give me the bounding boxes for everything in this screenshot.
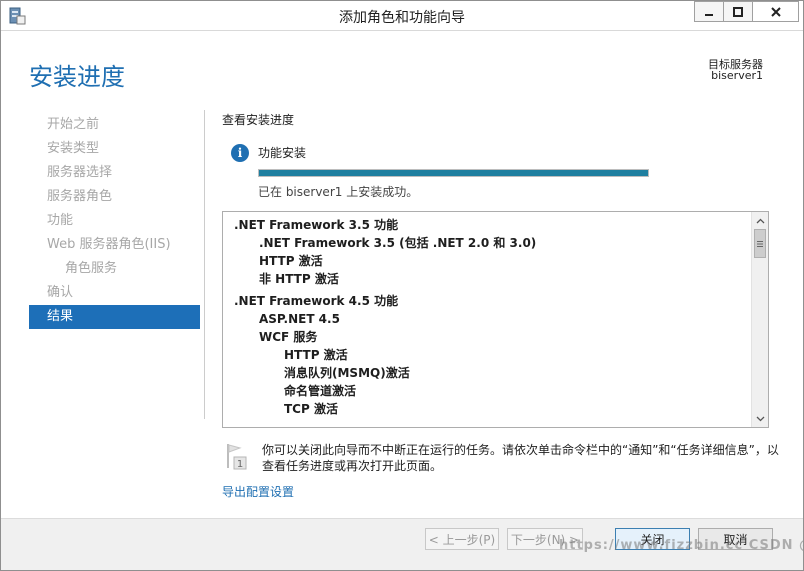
feature-item: 消息队列(MSMQ)激活 [284,366,410,380]
window-title: 添加角色和功能向导 [339,10,465,26]
feature-item: ASP.NET 4.5 [259,312,340,326]
notification-count: 1 [237,459,243,470]
nav-item-web-server-role: Web 服务器角色(IIS) [47,237,171,252]
feature-item: HTTP 激活 [259,254,323,268]
nav-item-server-roles: 服务器角色 [47,189,113,204]
target-server-name: biserver1 [711,69,763,82]
nav-item-before-you-begin: 开始之前 [47,117,100,132]
section-heading: 查看安装进度 [222,113,295,127]
minimize-icon [705,13,713,16]
grip-icon [757,240,763,247]
wizard-window: 添加角色和功能向导 安装进度 目标服务器 biserver1 开始之前 安装类型… [0,0,804,571]
nav-item-role-services: 角色服务 [65,261,118,276]
previous-button[interactable]: < 上一步(P) [425,528,499,550]
close-window-button[interactable] [752,1,799,22]
feature-item: WCF 服务 [259,330,318,344]
chevron-down-icon [756,416,764,421]
watermark: https://www.fizzbin.cc CSDN @blogwym [559,538,803,553]
chevron-up-icon [756,218,764,223]
feature-item: 非 HTTP 激活 [259,272,339,286]
nav-item-confirmation: 确认 [47,285,74,300]
title-bar[interactable]: 添加角色和功能向导 [1,1,803,31]
scroll-up-button[interactable] [752,212,768,229]
nav-item-installation-type: 安装类型 [47,141,100,156]
status-message: 已在 biserver1 上安装成功。 [258,185,419,199]
progress-fill [259,170,648,176]
notification-flag-icon: 1 [227,444,247,470]
scroll-down-button[interactable] [752,410,768,427]
status-title: 功能安装 [258,146,307,160]
info-icon: i [231,144,249,162]
nav-item-features: 功能 [47,213,74,228]
close-icon [770,6,781,17]
maximize-button[interactable] [723,1,753,22]
export-config-link[interactable]: 导出配置设置 [222,483,294,500]
wizard-nav: 开始之前 安装类型 服务器选择 服务器角色 功能 Web 服务器角色(IIS) … [29,113,200,329]
feature-item: 命名管道激活 [284,384,357,398]
info-note: 你可以关闭此向导而不中断正在运行的任务。请依次单击命令栏中的“通知”和“任务详细… [262,443,779,473]
nav-item-server-selection: 服务器选择 [47,165,113,180]
list-scrollbar[interactable] [751,212,768,427]
feature-item: TCP 激活 [284,402,338,416]
feature-item: .NET Framework 3.5 功能 [234,218,399,232]
feature-item: .NET Framework 3.5 (包括 .NET 2.0 和 3.0) [259,236,537,250]
install-progress-bar [258,169,649,177]
feature-item: HTTP 激活 [284,348,348,362]
nav-item-results[interactable]: 结果 [29,305,200,329]
feature-item: .NET Framework 4.5 功能 [234,294,399,308]
nav-divider [204,110,205,419]
installed-features-list[interactable]: .NET Framework 3.5 功能 .NET Framework 3.5… [222,211,769,428]
page-title: 安装进度 [29,63,125,91]
minimize-button[interactable] [694,1,724,22]
scroll-thumb[interactable] [754,229,766,258]
maximize-icon [733,6,743,17]
